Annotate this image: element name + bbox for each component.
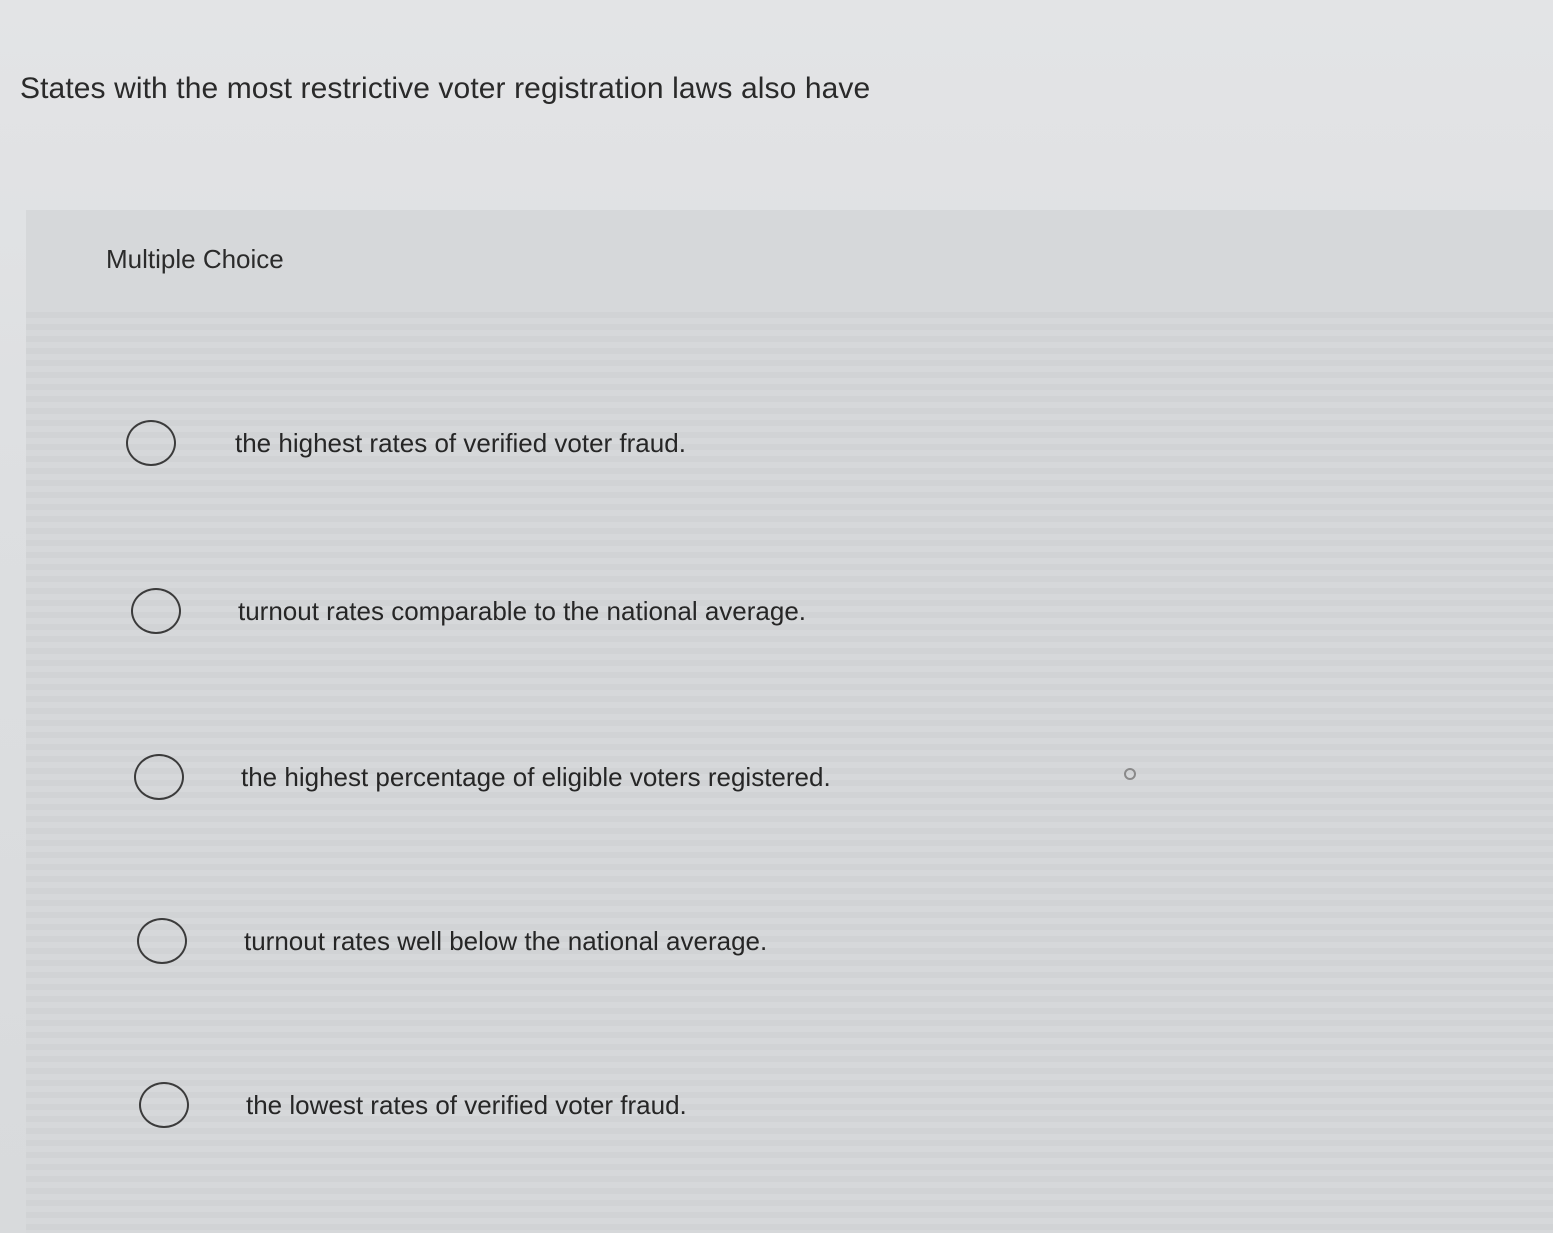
options-list: the highest rates of verified voter frau… (26, 306, 1553, 1233)
radio-icon[interactable] (126, 420, 176, 466)
radio-icon[interactable] (134, 754, 184, 800)
option-1[interactable]: the highest rates of verified voter frau… (26, 384, 1553, 504)
question-text: States with the most restrictive voter r… (20, 72, 871, 105)
option-label: turnout rates well below the national av… (244, 926, 768, 956)
option-2[interactable]: turnout rates comparable to the national… (26, 552, 1553, 672)
option-3[interactable]: the highest percentage of eligible voter… (26, 718, 1553, 838)
option-label: the lowest rates of verified voter fraud… (246, 1090, 687, 1120)
option-label: turnout rates comparable to the national… (238, 596, 807, 626)
radio-icon[interactable] (139, 1082, 189, 1128)
option-label: the highest percentage of eligible voter… (241, 762, 831, 792)
option-label: the highest rates of verified voter frau… (235, 428, 686, 458)
option-5[interactable]: the lowest rates of verified voter fraud… (26, 1046, 1553, 1166)
screen-speck (1124, 768, 1136, 780)
radio-icon[interactable] (131, 588, 181, 634)
answer-panel: Multiple Choice the highest rates of ver… (26, 210, 1553, 1233)
panel-header: Multiple Choice (26, 210, 1553, 306)
option-4[interactable]: turnout rates well below the national av… (26, 882, 1553, 1002)
question-type-label: Multiple Choice (106, 244, 284, 274)
radio-icon[interactable] (137, 918, 187, 964)
